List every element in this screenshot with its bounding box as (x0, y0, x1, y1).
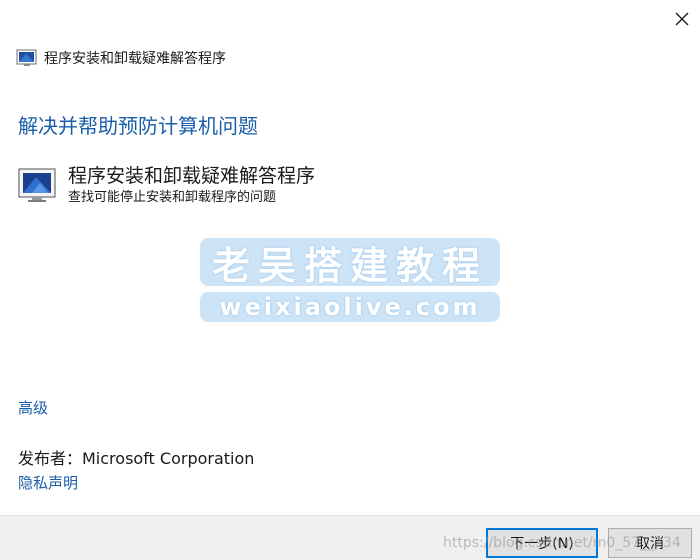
troubleshooter-description: 查找可能停止安装和卸载程序的问题 (68, 190, 277, 205)
page-heading: 解决并帮助预防计算机问题 (18, 114, 258, 138)
window-title: 程序安装和卸载疑难解答程序 (44, 51, 226, 67)
troubleshooter-window: 程序安装和卸载疑难解答程序 解决并帮助预防计算机问题 程序安装和卸载疑难解答程序… (0, 0, 700, 560)
troubleshooter-icon (18, 168, 56, 202)
watermark-title: 老吴搭建教程 (200, 238, 500, 288)
troubleshooter-title[interactable]: 程序安装和卸载疑难解答程序 (68, 163, 315, 189)
cancel-button[interactable]: 取消 (608, 528, 692, 558)
next-button[interactable]: 下一步(N) (486, 528, 598, 558)
troubleshooter-item[interactable]: 程序安装和卸载疑难解答程序 查找可能停止安装和卸载程序的问题 (18, 163, 315, 207)
troubleshooter-text: 程序安装和卸载疑难解答程序 查找可能停止安装和卸载程序的问题 (68, 163, 315, 207)
close-button[interactable] (664, 2, 700, 36)
site-watermark: 老吴搭建教程 weixiaolive.com (200, 238, 500, 322)
troubleshooter-small-icon (16, 49, 37, 66)
close-icon (675, 12, 689, 26)
dialog-footer: 下一步(N) 取消 (0, 515, 700, 560)
watermark-domain: weixiaolive.com (200, 292, 500, 322)
window-title-area: 程序安装和卸载疑难解答程序 (16, 47, 226, 69)
publisher-text: 发布者：Microsoft Corporation (18, 449, 255, 468)
privacy-statement-link[interactable]: 隐私声明 (18, 472, 78, 493)
advanced-link[interactable]: 高级 (18, 397, 48, 418)
